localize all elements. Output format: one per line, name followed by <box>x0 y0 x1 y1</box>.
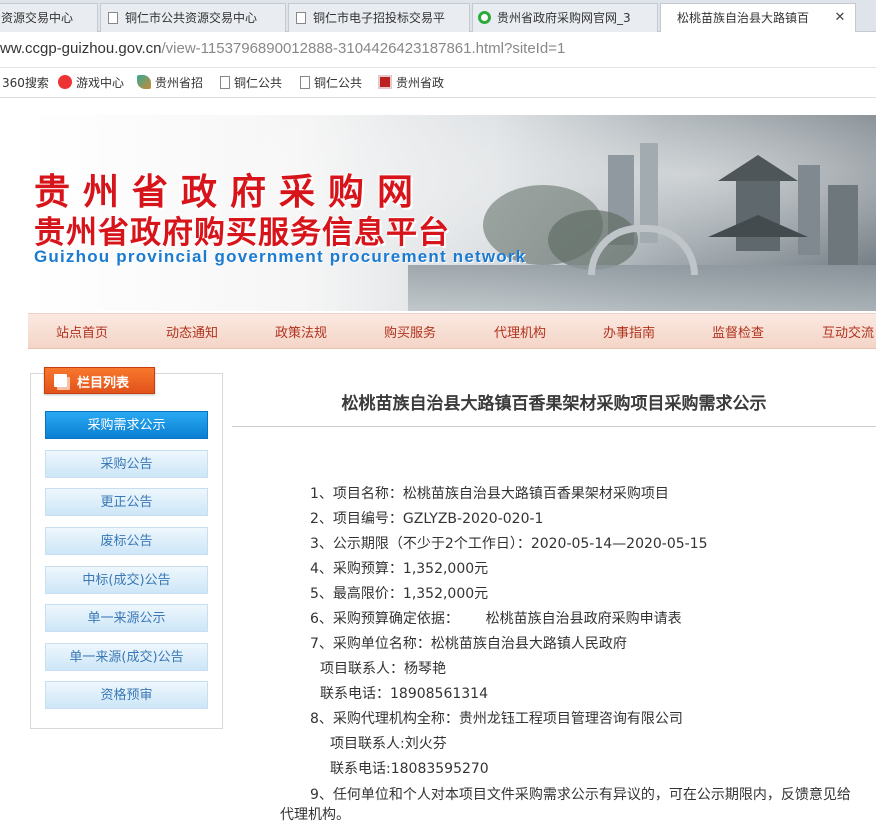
browser-tab-title: 资源交易中心 <box>1 11 74 25</box>
pavilion-roof <box>718 155 798 181</box>
seal-icon <box>378 75 392 89</box>
list-icon <box>54 374 67 387</box>
browser-tab-title: 松桃苗族自治县大路镇百 <box>677 11 810 25</box>
browser-tab-title: 铜仁市电子招投标交易平 <box>313 11 446 25</box>
bookmark-label: 360搜索 <box>2 76 49 90</box>
bookmark-label: 贵州省招 <box>155 76 204 90</box>
browser-tab-strip: 资源交易中心 铜仁市公共资源交易中心 铜仁市电子招投标交易平 贵州省政府采购网官… <box>0 0 876 33</box>
nav-item-purchase-services[interactable]: 购买服务 <box>384 322 436 341</box>
nav-item-notices[interactable]: 动态通知 <box>166 322 218 341</box>
article-line: 项目联系人：杨琴艳 <box>320 661 446 677</box>
nav-item-supervision[interactable]: 监督检查 <box>712 322 764 341</box>
site-banner: 贵州省政府采购网 贵州省政府购买服务信息平台 Guizhou provincia… <box>28 115 876 311</box>
sidebar-item-correction-notice[interactable]: 更正公告 <box>45 488 208 516</box>
bookmark-item[interactable]: 游戏中心 <box>58 75 124 91</box>
nav-item-home[interactable]: 站点首页 <box>56 322 108 341</box>
page-icon <box>220 76 230 89</box>
page-icon <box>296 12 306 24</box>
leaf-icon <box>137 75 151 89</box>
divider <box>232 426 876 427</box>
sidebar-heading: 栏目列表 <box>44 367 155 394</box>
article-line: 8、采购代理机构全称：贵州龙钰工程项目管理咨询有限公司 <box>310 711 683 727</box>
site-subtitle: 贵州省政府购买服务信息平台 <box>34 215 450 251</box>
bookmark-item[interactable]: 360搜索 <box>2 75 49 91</box>
browser-tab[interactable]: 铜仁市电子招投标交易平 <box>288 3 470 32</box>
url-text[interactable]: ww.ccgp-guizhou.gov.cn/view-115379689001… <box>0 40 565 57</box>
sidebar-heading-label: 栏目列表 <box>77 376 130 391</box>
site-title-english: Guizhou provincial government procuremen… <box>34 247 527 266</box>
article-line: 9、任何单位和个人对本项目文件采购需求公示有异议的，可在公示期限内，反馈意见给代… <box>280 787 851 823</box>
close-icon[interactable]: ✕ <box>833 11 847 25</box>
bookmark-item[interactable]: 铜仁公共 <box>220 75 282 91</box>
article-line: 3、公示期限（不少于2个工作日）：2020-05-14—2020-05-15 <box>310 536 708 552</box>
pavilion-roof <box>708 215 808 237</box>
article-line: 5、最高限价：1,352,000元 <box>310 586 489 602</box>
page-icon <box>300 76 310 89</box>
article-line: 6、采购预算确定依据： 松桃苗族自治县政府采购申请表 <box>310 611 682 627</box>
url-path: /view-1153796890012888-3104426423187861.… <box>161 40 566 57</box>
browser-tab[interactable]: 资源交易中心 <box>0 3 98 32</box>
nav-item-agencies[interactable]: 代理机构 <box>494 322 546 341</box>
nav-item-guide[interactable]: 办事指南 <box>603 322 655 341</box>
article-line: 4、采购预算：1,352,000元 <box>310 561 489 577</box>
building-shape <box>798 165 820 255</box>
article-line: 7、采购单位名称：松桃苗族自治县大路镇人民政府 <box>310 636 627 652</box>
bookmark-item[interactable]: 铜仁公共 <box>300 75 362 91</box>
article-line: 项目联系人:刘火芬 <box>330 736 447 752</box>
bookmark-item[interactable]: 贵州省政 <box>378 75 444 91</box>
browser-tab-title: 铜仁市公共资源交易中心 <box>125 11 258 25</box>
sidebar-item-demand-notice[interactable]: 采购需求公示 <box>45 411 208 439</box>
building-shape <box>828 185 858 265</box>
article-line: 1、项目名称：松桃苗族自治县大路镇百香果架材采购项目 <box>310 486 669 502</box>
sidebar-item-procurement-notice[interactable]: 采购公告 <box>45 450 208 478</box>
bookmarks-bar: 360搜索 游戏中心 贵州省招 铜仁公共 铜仁公共 贵州省政 <box>0 68 876 98</box>
game-icon <box>58 75 72 89</box>
url-host: ww.ccgp-guizhou.gov.cn <box>0 40 162 57</box>
site-favicon-icon <box>478 11 491 24</box>
sidebar: 栏目列表 采购需求公示 采购公告 更正公告 废标公告 中标(成交)公告 单一来源… <box>30 367 223 729</box>
sidebar-item-single-source-award[interactable]: 单一来源(成交)公告 <box>45 643 208 671</box>
nav-item-interaction[interactable]: 互动交流 <box>822 322 874 341</box>
bookmark-label: 铜仁公共 <box>314 76 363 90</box>
sidebar-item-single-source-notice[interactable]: 单一来源公示 <box>45 604 208 632</box>
article-line: 联系电话:18083595270 <box>330 761 489 777</box>
bookmark-item[interactable]: 贵州省招 <box>137 75 203 91</box>
bookmark-label: 铜仁公共 <box>234 76 283 90</box>
main-nav: 站点首页 动态通知 政策法规 购买服务 代理机构 办事指南 监督检查 互动交流 <box>28 313 876 349</box>
sidebar-item-prequalification[interactable]: 资格预审 <box>45 681 208 709</box>
nav-item-policies[interactable]: 政策法规 <box>275 322 327 341</box>
article-title: 松桃苗族自治县大路镇百香果架材采购项目采购需求公示 <box>341 394 767 414</box>
article-line: 联系电话：18908561314 <box>320 686 488 702</box>
bookmark-label: 游戏中心 <box>76 76 125 90</box>
browser-tab-title: 贵州省政府采购网官网_3 <box>497 11 631 25</box>
sidebar-item-award-notice[interactable]: 中标(成交)公告 <box>45 566 208 594</box>
page-icon <box>108 12 118 24</box>
browser-tab[interactable]: 铜仁市公共资源交易中心 <box>100 3 286 32</box>
sidebar-item-cancellation-notice[interactable]: 废标公告 <box>45 527 208 555</box>
bookmark-label: 贵州省政 <box>396 76 445 90</box>
browser-tab[interactable]: 贵州省政府采购网官网_3 <box>472 3 658 32</box>
address-bar[interactable]: ww.ccgp-guizhou.gov.cn/view-115379689001… <box>0 32 876 68</box>
article-line: 2、项目编号：GZLYZB-2020-020-1 <box>310 511 544 527</box>
browser-tab-active[interactable]: 松桃苗族自治县大路镇百 ✕ <box>660 3 856 33</box>
